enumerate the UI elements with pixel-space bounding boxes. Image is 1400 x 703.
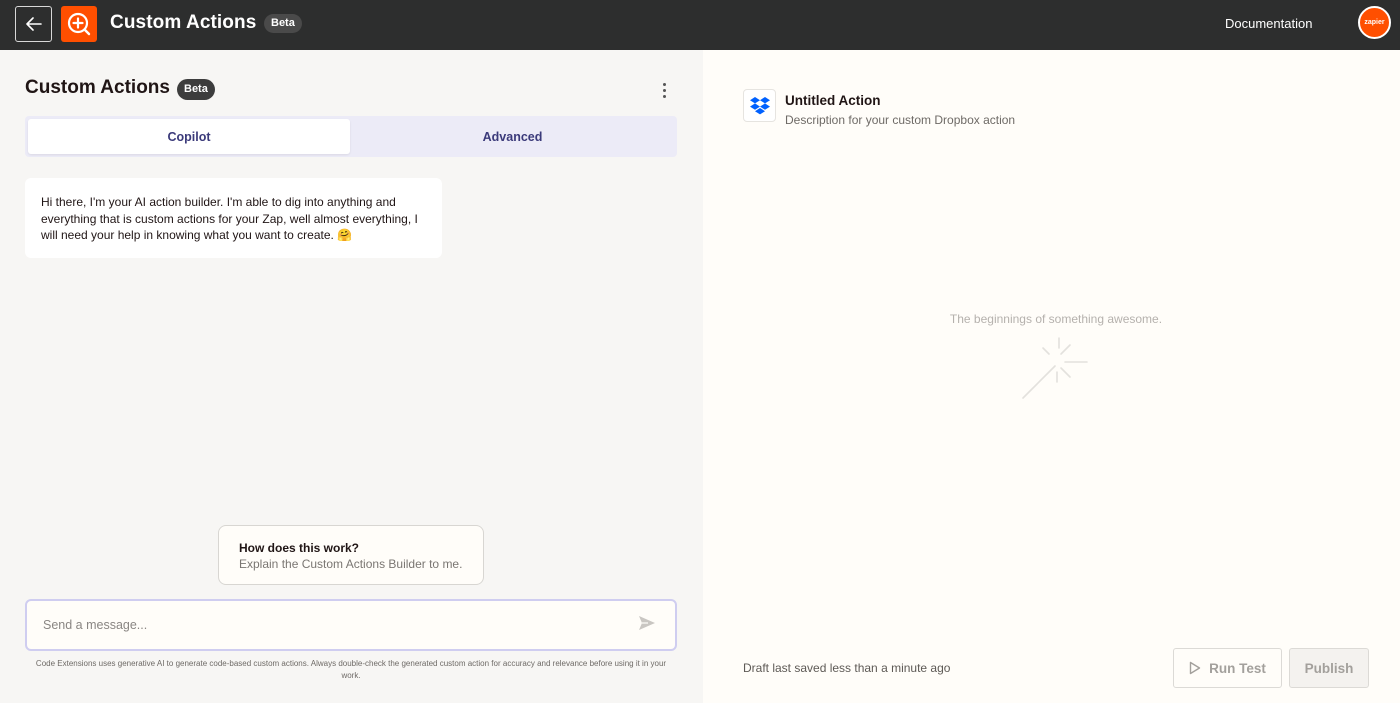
top-bar: Custom Actions Beta Documentation zapier <box>0 0 1400 50</box>
draft-status: Draft last saved less than a minute ago <box>743 661 951 675</box>
panel-beta-badge: Beta <box>177 79 215 100</box>
magic-wand-icon <box>1022 337 1088 399</box>
ai-disclaimer: Code Extensions uses generative AI to ge… <box>35 659 667 680</box>
run-test-label: Run Test <box>1209 660 1266 676</box>
run-test-button[interactable]: Run Test <box>1173 648 1282 688</box>
app-title: Custom Actions <box>110 12 257 33</box>
mode-tabs: Copilot Advanced <box>25 116 677 157</box>
custom-actions-logo <box>61 6 97 42</box>
action-title[interactable]: Untitled Action <box>785 93 881 108</box>
suggestion-card[interactable]: How does this work? Explain the Custom A… <box>218 525 484 585</box>
copilot-panel: Custom Actions Beta Copilot Advanced Hi … <box>0 50 703 703</box>
action-description[interactable]: Description for your custom Dropbox acti… <box>785 113 1015 127</box>
dropbox-icon <box>749 96 770 114</box>
tab-advanced[interactable]: Advanced <box>351 119 674 154</box>
suggestion-subtitle: Explain the Custom Actions Builder to me… <box>239 557 463 571</box>
user-avatar[interactable]: zapier <box>1358 6 1391 39</box>
custom-actions-plus-icon <box>67 12 91 36</box>
play-icon <box>1189 661 1201 675</box>
action-preview-panel: Untitled Action Description for your cus… <box>703 50 1400 703</box>
send-button[interactable] <box>638 615 660 635</box>
beta-badge: Beta <box>264 14 302 33</box>
publish-button[interactable]: Publish <box>1289 648 1369 688</box>
empty-state-text: The beginnings of something awesome. <box>949 312 1163 326</box>
back-button[interactable] <box>15 6 52 42</box>
message-composer <box>25 599 677 651</box>
documentation-link[interactable]: Documentation <box>1225 16 1312 31</box>
panel-title: Custom Actions <box>25 77 170 98</box>
tab-copilot[interactable]: Copilot <box>28 119 350 154</box>
send-icon <box>639 616 655 630</box>
suggestion-title: How does this work? <box>239 541 360 555</box>
app-icon-container <box>743 89 776 122</box>
message-input[interactable] <box>43 615 623 635</box>
arrow-left-icon <box>25 17 42 31</box>
more-options-icon[interactable] <box>656 80 672 100</box>
assistant-message: Hi there, I'm your AI action builder. I'… <box>25 178 442 258</box>
